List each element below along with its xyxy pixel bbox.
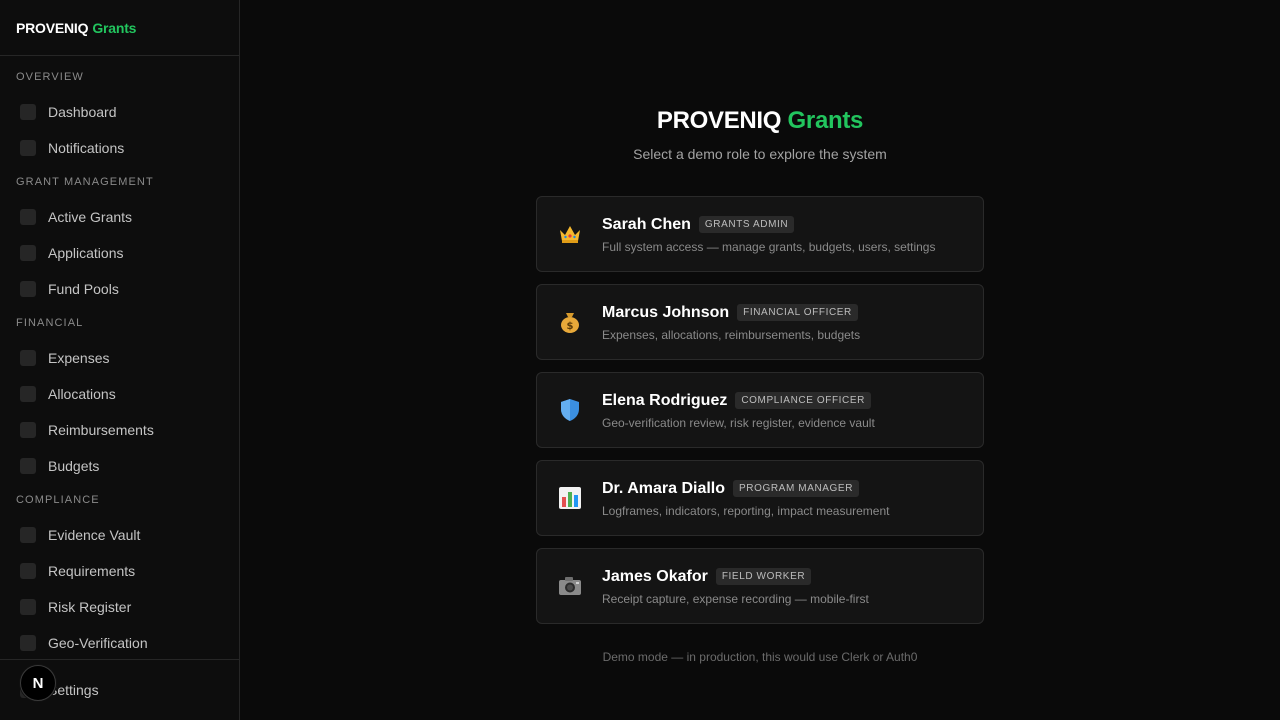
role-header: Marcus Johnson FINANCIAL OFFICER	[602, 303, 860, 323]
role-description: Receipt capture, expense recording — mob…	[602, 591, 869, 606]
sidebar-item-label: Expenses	[48, 350, 110, 366]
role-card-field-worker[interactable]: James Okafor FIELD WORKER Receipt captur…	[536, 548, 984, 624]
role-badge: FINANCIAL OFFICER	[737, 304, 858, 321]
role-badge: GRANTS ADMIN	[698, 216, 795, 233]
role-info: Elena Rodriguez COMPLIANCE OFFICER Geo-v…	[602, 391, 875, 430]
sidebar-item-notifications[interactable]: Notifications	[0, 130, 239, 166]
sidebar-item-requirements[interactable]: Requirements	[0, 553, 239, 589]
applications-icon	[20, 245, 36, 261]
page-title-brand: PROVENIQ	[656, 107, 782, 134]
role-info: James Okafor FIELD WORKER Receipt captur…	[602, 567, 869, 606]
sidebar-item-label: Dashboard	[48, 104, 117, 120]
role-info: Sarah Chen GRANTS ADMIN Full system acce…	[602, 215, 935, 254]
role-user-name: Elena Rodriguez	[602, 391, 728, 409]
main-content: PROVENIQ Grants Select a demo role to ex…	[240, 0, 1280, 720]
sidebar-item-label: Budgets	[48, 458, 100, 474]
sidebar-item-dashboard[interactable]: Dashboard	[0, 94, 239, 130]
role-user-name: James Okafor	[602, 567, 708, 585]
role-badge: FIELD WORKER	[715, 568, 812, 585]
allocations-icon	[20, 386, 36, 402]
sidebar-item-active-grants[interactable]: Active Grants	[0, 199, 239, 235]
role-description: Logframes, indicators, reporting, impact…	[602, 503, 890, 518]
role-card-financial-officer[interactable]: $ Marcus Johnson FINANCIAL OFFICER Expen…	[536, 284, 984, 360]
sidebar-item-applications[interactable]: Applications	[0, 235, 239, 271]
role-list: Sarah Chen GRANTS ADMIN Full system acce…	[536, 196, 984, 636]
nav-section-compliance: COMPLIANCE Evidence Vault Requirements R…	[0, 493, 239, 661]
page-title-product: Grants	[787, 107, 864, 134]
bar-chart-icon	[557, 485, 583, 511]
crown-icon	[557, 221, 583, 247]
role-header: Dr. Amara Diallo PROGRAM MANAGER	[602, 479, 889, 499]
section-title: GRANT MANAGEMENT	[16, 176, 154, 188]
sidebar-item-label: Requirements	[48, 563, 136, 579]
sidebar-item-reimbursements[interactable]: Reimbursements	[0, 412, 239, 448]
budgets-icon	[20, 458, 36, 474]
sidebar-item-label: Reimbursements	[48, 422, 154, 438]
sidebar-item-geo-verification[interactable]: Geo-Verification	[0, 625, 239, 661]
role-card-program-manager[interactable]: Dr. Amara Diallo PROGRAM MANAGER Logfram…	[536, 460, 984, 536]
money-bag-icon: $	[557, 309, 583, 335]
section-title: OVERVIEW	[16, 71, 84, 83]
sidebar-item-label: Notifications	[48, 140, 125, 156]
risk-register-icon	[20, 599, 36, 615]
page-title: PROVENIQ Grants	[240, 107, 1280, 135]
expenses-icon	[20, 350, 36, 366]
requirements-icon	[20, 563, 36, 579]
sidebar-nav: OVERVIEW Dashboard Notifications GRANT M…	[0, 56, 239, 661]
role-description: Geo-verification review, risk register, …	[602, 415, 875, 430]
sidebar-item-allocations[interactable]: Allocations	[0, 376, 239, 412]
evidence-vault-icon	[20, 527, 36, 543]
role-info: Dr. Amara Diallo PROGRAM MANAGER Logfram…	[602, 479, 889, 518]
sidebar-item-label: Fund Pools	[48, 281, 119, 297]
sidebar-item-label: Active Grants	[48, 209, 133, 225]
dashboard-icon	[20, 104, 36, 120]
role-header: Sarah Chen GRANTS ADMIN	[602, 215, 935, 235]
role-badge: COMPLIANCE OFFICER	[735, 392, 871, 409]
sidebar-item-evidence-vault[interactable]: Evidence Vault	[0, 517, 239, 553]
sidebar-item-label: Evidence Vault	[48, 527, 141, 543]
role-description: Full system access — manage grants, budg…	[602, 239, 936, 254]
role-description: Expenses, allocations, reimbursements, b…	[602, 327, 861, 342]
role-header: Elena Rodriguez COMPLIANCE OFFICER	[602, 391, 875, 411]
fund-pools-icon	[20, 281, 36, 297]
geo-verification-icon	[20, 635, 36, 651]
sidebar-item-label: Allocations	[48, 386, 116, 402]
sidebar-item-label: Risk Register	[48, 599, 132, 615]
active-grants-icon	[20, 209, 36, 225]
section-title: COMPLIANCE	[16, 494, 100, 506]
role-card-grants-admin[interactable]: Sarah Chen GRANTS ADMIN Full system acce…	[536, 196, 984, 272]
sidebar: PROVENIQ Grants OVERVIEW Dashboard Notif…	[0, 0, 240, 720]
role-user-name: Sarah Chen	[602, 215, 691, 233]
reimbursements-icon	[20, 422, 36, 438]
nav-section-grant-management: GRANT MANAGEMENT Active Grants Applicati…	[0, 175, 239, 307]
sidebar-item-budgets[interactable]: Budgets	[0, 448, 239, 484]
role-user-name: Dr. Amara Diallo	[602, 479, 726, 497]
page-subtitle: Select a demo role to explore the system	[633, 146, 887, 162]
section-title: FINANCIAL	[16, 317, 84, 329]
role-badge: PROGRAM MANAGER	[733, 480, 860, 497]
role-info: Marcus Johnson FINANCIAL OFFICER Expense…	[602, 303, 860, 342]
sidebar-item-label: Geo-Verification	[48, 635, 148, 651]
brand-name: PROVENIQ	[16, 19, 89, 36]
shield-icon	[557, 397, 583, 423]
sidebar-brand[interactable]: PROVENIQ Grants	[0, 0, 239, 56]
role-card-compliance-officer[interactable]: Elena Rodriguez COMPLIANCE OFFICER Geo-v…	[536, 372, 984, 448]
sidebar-item-risk-register[interactable]: Risk Register	[0, 589, 239, 625]
demo-footnote: Demo mode — in production, this would us…	[602, 650, 918, 664]
sidebar-item-fund-pools[interactable]: Fund Pools	[0, 271, 239, 307]
nextjs-dev-badge[interactable]: N	[20, 665, 56, 701]
svg-text:$: $	[567, 321, 574, 332]
brand-product: Grants	[92, 19, 137, 36]
role-header: James Okafor FIELD WORKER	[602, 567, 869, 587]
nav-section-overview: OVERVIEW Dashboard Notifications	[0, 70, 239, 166]
role-user-name: Marcus Johnson	[602, 303, 730, 321]
sidebar-item-label: Applications	[48, 245, 124, 261]
sidebar-item-expenses[interactable]: Expenses	[0, 340, 239, 376]
camera-icon	[557, 573, 583, 599]
nav-section-financial: FINANCIAL Expenses Allocations Reimburse…	[0, 316, 239, 484]
notifications-icon	[20, 140, 36, 156]
